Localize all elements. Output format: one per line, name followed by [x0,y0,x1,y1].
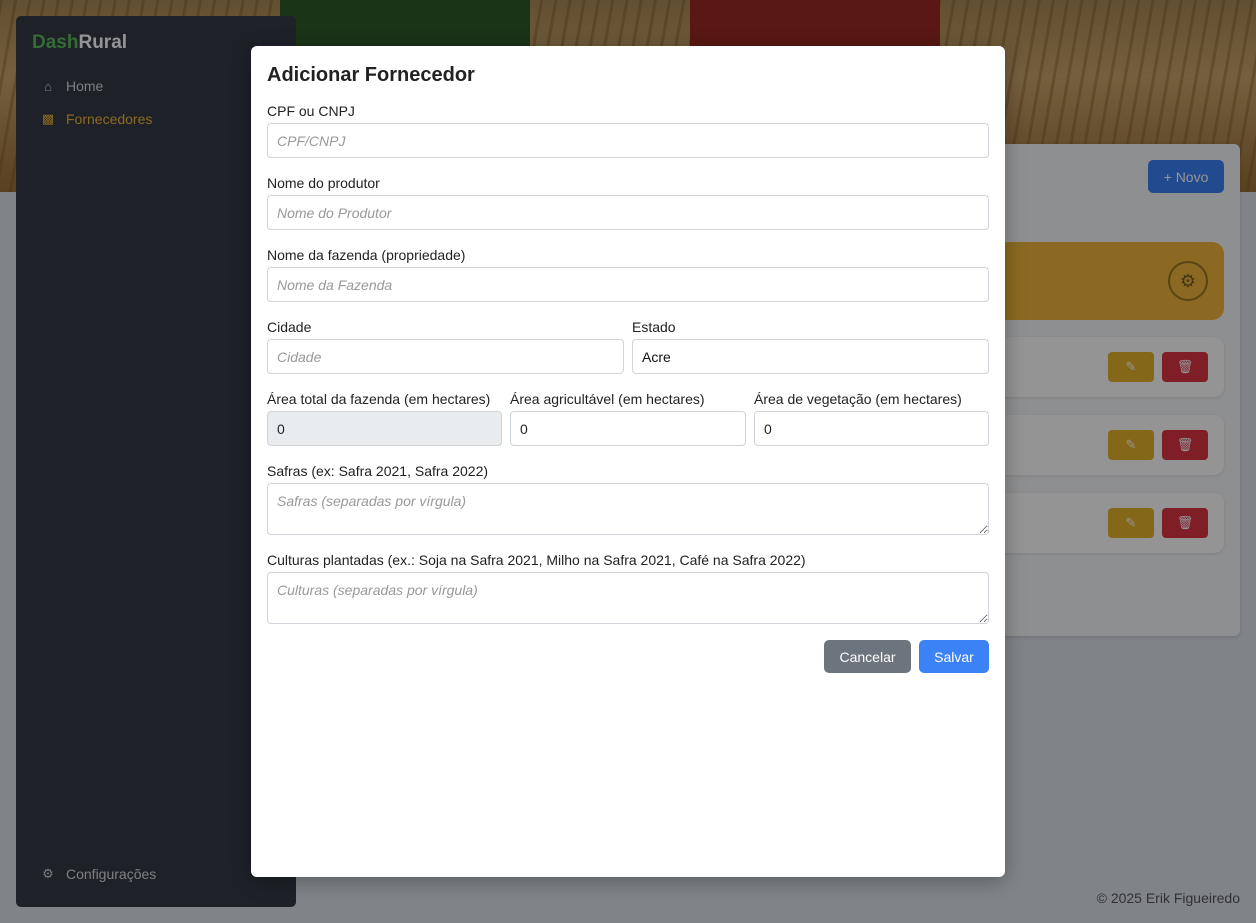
farm-label: Nome da fazenda (propriedade) [267,247,466,263]
doc-input[interactable] [267,123,989,158]
farm-input[interactable] [267,267,989,302]
doc-label: CPF ou CNPJ [267,103,355,119]
add-supplier-modal: Adicionar Fornecedor CPF ou CNPJ Nome do… [251,46,1005,877]
cancel-button[interactable]: Cancelar [824,640,911,673]
city-input[interactable] [267,339,624,374]
vegetation-area-label: Área de vegetação (em hectares) [754,391,962,407]
modal-title: Adicionar Fornecedor [267,64,475,86]
total-area-label: Área total da fazenda (em hectares) [267,391,491,407]
producer-label: Nome do produtor [267,175,380,191]
crops-label: Culturas plantadas (ex.: Soja na Safra 2… [267,552,806,568]
vegetation-area-input[interactable] [754,411,989,446]
total-area-input [267,411,502,446]
arable-area-label: Área agricultável (em hectares) [510,391,705,407]
state-select[interactable]: Acre [632,339,989,374]
harvests-label: Safras (ex: Safra 2021, Safra 2022) [267,463,489,479]
save-button[interactable]: Salvar [919,640,989,673]
arable-area-input[interactable] [510,411,746,446]
harvests-textarea[interactable] [267,483,989,535]
state-label: Estado [632,319,676,335]
city-label: Cidade [267,319,312,335]
crops-textarea[interactable] [267,572,989,624]
producer-input[interactable] [267,195,989,230]
